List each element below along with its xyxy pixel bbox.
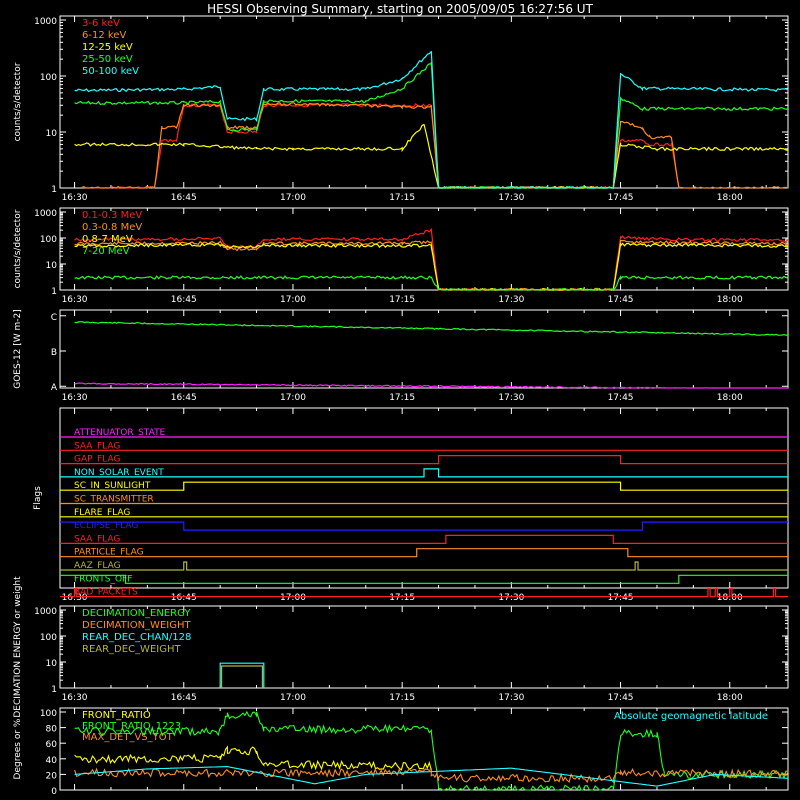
chart-title: HESSI Observing Summary, starting on 200… xyxy=(207,2,593,16)
legend-entry: 50-100 keV xyxy=(82,66,139,77)
flag-label: GAP_FLAG xyxy=(74,455,120,465)
x-tick-label: 17:00 xyxy=(280,193,306,203)
x-tick-label: 17:45 xyxy=(608,393,634,403)
flag-label: SAA_FLAG xyxy=(74,534,120,544)
legend-entry: DECIMATION_ENERGY xyxy=(82,608,191,619)
x-tick-label: 17:15 xyxy=(389,193,415,203)
x-tick-label: 17:00 xyxy=(280,593,306,603)
x-tick-label: 17:45 xyxy=(608,693,634,703)
x-tick-label: 16:45 xyxy=(171,693,197,703)
flag-label: ECLIPSE_FLAG xyxy=(74,521,138,531)
flag-label: BAD_PACKETS xyxy=(74,588,138,598)
y-axis-label: counts/s/detector xyxy=(13,62,23,141)
y-tick-label: C xyxy=(51,313,57,323)
y-tick-label: 1 xyxy=(51,685,57,695)
x-tick-label: 16:45 xyxy=(171,393,197,403)
y-tick-label: 20 xyxy=(46,771,58,781)
flag-label: SAA_FLAG xyxy=(74,441,120,451)
y-tick-label: 1000 xyxy=(34,607,57,617)
flag-label: AAZ_FLAG xyxy=(74,561,121,571)
x-tick-label: 17:15 xyxy=(389,693,415,703)
x-tick-label: 18:00 xyxy=(717,693,743,703)
flag-label: SC_TRANSMITTER xyxy=(74,495,154,505)
y-tick-label: 80 xyxy=(46,725,58,735)
flag-label: ATTENUATOR_STATE xyxy=(74,428,166,438)
y-axis-label: GOES-12 [W m-2] xyxy=(13,309,23,389)
y-tick-label: 10 xyxy=(46,659,58,669)
x-tick-label: 17:45 xyxy=(608,295,634,305)
x-tick-label: 17:30 xyxy=(498,693,524,703)
flag-label: NON_SOLAR_EVENT xyxy=(74,468,164,478)
x-tick-label: 17:30 xyxy=(498,193,524,203)
x-tick-label: 17:15 xyxy=(389,393,415,403)
legend-entry: 0.3-0.8 MeV xyxy=(82,222,142,233)
x-tick-label: 17:45 xyxy=(608,193,634,203)
legend-entry: 6-12 keV xyxy=(82,30,126,41)
legend-entry: REAR_DEC_WEIGHT xyxy=(82,644,181,655)
x-tick-label: 16:45 xyxy=(171,593,197,603)
x-tick-label: 17:30 xyxy=(498,593,524,603)
y-axis-label: Flags xyxy=(33,486,43,510)
legend-entry: 25-50 keV xyxy=(82,54,133,65)
y-tick-label: 10 xyxy=(46,261,58,271)
legend-entry: FRONT_RATIO_1223 xyxy=(82,721,181,732)
legend-entry: 12-25 keV xyxy=(82,42,133,53)
x-tick-label: 17:45 xyxy=(608,593,634,603)
y-tick-label: 100 xyxy=(40,709,57,719)
y-tick-label: 60 xyxy=(46,740,58,750)
legend-entry: FRONT_RATIO xyxy=(82,710,151,721)
y-tick-label: 1000 xyxy=(34,17,57,27)
x-tick-label: 17:00 xyxy=(280,693,306,703)
x-tick-label: 18:00 xyxy=(717,295,743,305)
annotation-geomagnetic-latitude: Absolute geomagnetic latitude xyxy=(614,711,768,722)
x-tick-label: 17:15 xyxy=(389,593,415,603)
x-tick-label: 17:00 xyxy=(280,295,306,305)
y-tick-label: A xyxy=(51,383,58,393)
flag-label: FLARE_FLAG xyxy=(74,508,130,518)
x-tick-label: 16:30 xyxy=(62,295,88,305)
y-axis-label: DECIMATION ENERGY or weight xyxy=(13,576,23,718)
legend-entry: 7-20 MeV xyxy=(82,246,130,257)
y-tick-label: 100 xyxy=(40,73,57,83)
x-tick-label: 16:45 xyxy=(171,295,197,305)
x-tick-label: 16:30 xyxy=(62,193,88,203)
legend-entry: 0.8-7 MeV xyxy=(82,234,133,245)
legend-entry: REAR_DEC_CHAN/128 xyxy=(82,632,191,643)
x-tick-label: 17:30 xyxy=(498,393,524,403)
flag-label: FRONTS_OFF xyxy=(74,574,132,584)
y-tick-label: 10 xyxy=(46,129,58,139)
y-axis-label: Degrees or % xyxy=(13,718,23,779)
y-tick-label: 1 xyxy=(51,185,57,195)
legend-entry: 3-6 keV xyxy=(82,18,120,29)
legend-entry: DECIMATION_WEIGHT xyxy=(82,620,191,631)
y-tick-label: 100 xyxy=(40,235,57,245)
x-tick-label: 17:30 xyxy=(498,295,524,305)
y-tick-label: 1000 xyxy=(34,209,57,219)
y-tick-label: 40 xyxy=(46,756,58,766)
y-tick-label: B xyxy=(51,348,57,358)
y-axis-label: counts/s/detector xyxy=(13,209,23,288)
x-tick-label: 18:00 xyxy=(717,193,743,203)
legend-entry: MAX_DET_VS_TOT xyxy=(82,732,174,743)
y-tick-label: 100 xyxy=(40,633,57,643)
x-tick-label: 17:15 xyxy=(389,295,415,305)
x-tick-label: 16:30 xyxy=(62,693,88,703)
flag-label: SC_IN_SUNLIGHT xyxy=(74,481,151,491)
x-tick-label: 18:00 xyxy=(717,393,743,403)
flag-label: PARTICLE_FLAG xyxy=(74,548,144,558)
y-tick-label: 1 xyxy=(51,287,57,297)
x-tick-label: 17:00 xyxy=(280,393,306,403)
legend-entry: 0.1-0.3 MeV xyxy=(82,210,142,221)
y-tick-label: 0 xyxy=(51,787,57,797)
x-tick-label: 16:30 xyxy=(62,393,88,403)
x-tick-label: 16:45 xyxy=(171,193,197,203)
hessi-summary-chart: HESSI Observing Summary, starting on 200… xyxy=(0,0,800,800)
